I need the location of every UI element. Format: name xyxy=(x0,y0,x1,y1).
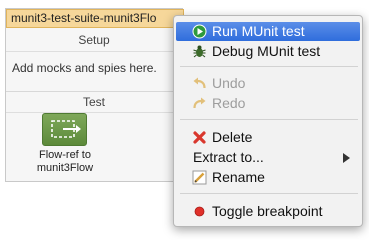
setup-section[interactable]: Setup Add mocks and spies here. xyxy=(6,28,182,92)
setup-hint: Add mocks and spies here. xyxy=(12,61,157,75)
menu-item-label: Run MUnit test xyxy=(212,23,305,39)
menu-item-label: Redo xyxy=(212,95,246,111)
flow-title-bar[interactable]: munit3-test-suite-munit3Flo xyxy=(6,9,184,28)
menu-separator xyxy=(180,119,358,120)
menu-item-delete[interactable]: Delete xyxy=(176,128,360,147)
test-label: Test xyxy=(82,95,105,109)
screen: munit3-test-suite-munit3Flo Setup Add mo… xyxy=(0,0,369,240)
menu-item-label: Toggle breakpoint xyxy=(212,203,323,219)
run-play-icon xyxy=(192,24,207,39)
munit-flow-container[interactable]: munit3-test-suite-munit3Flo Setup Add mo… xyxy=(5,8,184,182)
menu-item-label: Extract to... xyxy=(193,149,264,165)
menu-item-label: Rename xyxy=(212,169,265,185)
setup-label: Setup xyxy=(78,33,110,47)
flow-ref-component[interactable] xyxy=(42,113,87,146)
red-dot-icon xyxy=(192,204,207,219)
menu-item-label: Undo xyxy=(212,75,246,91)
submenu-arrow-icon xyxy=(343,153,350,163)
red-x-icon xyxy=(192,130,207,145)
menu-item-label: Debug MUnit test xyxy=(212,43,321,59)
flow-ref-icon xyxy=(51,120,81,138)
menu-item-extract-to[interactable]: Extract to... xyxy=(176,148,360,167)
bug-icon xyxy=(192,44,207,59)
test-divider xyxy=(6,112,182,113)
menu-separator xyxy=(180,66,358,67)
menu-item-debug-munit-test[interactable]: Debug MUnit test xyxy=(176,42,360,61)
context-menu: Run MUnit test Debug MUnit test Undo Red… xyxy=(173,15,363,227)
undo-arrow-icon xyxy=(192,76,207,91)
redo-arrow-icon xyxy=(192,96,207,111)
pencil-icon xyxy=(192,170,207,185)
setup-divider xyxy=(6,51,182,52)
menu-item-run-munit-test[interactable]: Run MUnit test xyxy=(176,22,360,41)
menu-item-redo[interactable]: Redo xyxy=(176,94,360,113)
menu-item-rename[interactable]: Rename xyxy=(176,168,360,187)
menu-item-toggle-breakpoint[interactable]: Toggle breakpoint xyxy=(176,202,360,221)
menu-separator xyxy=(180,193,358,194)
flow-title: munit3-test-suite-munit3Flo xyxy=(11,11,157,25)
menu-item-undo[interactable]: Undo xyxy=(176,74,360,93)
flow-ref-caption: Flow-ref to munit3Flow xyxy=(36,149,94,174)
menu-item-label: Delete xyxy=(212,129,253,145)
